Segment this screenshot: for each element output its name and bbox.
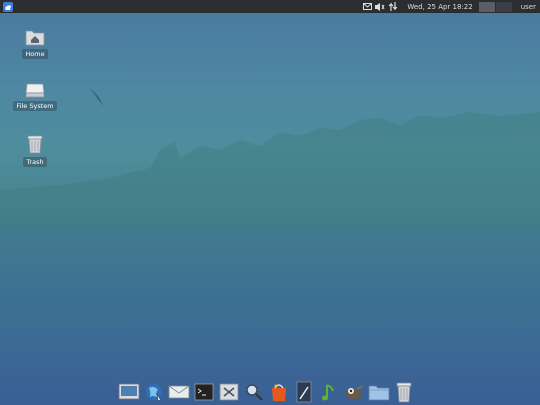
system-tray: Wed, 25 Apr 18:22 user <box>362 0 540 13</box>
drive-icon <box>25 83 45 98</box>
desktop-icon-file-system[interactable]: File System <box>13 82 57 111</box>
trash-icon <box>27 135 43 154</box>
app-menu-icon[interactable] <box>2 1 14 13</box>
text-editor-icon[interactable] <box>293 381 315 403</box>
workspace-2[interactable] <box>495 1 512 12</box>
image-editor-icon[interactable] <box>343 381 365 403</box>
workspace-1[interactable] <box>478 1 495 12</box>
desktop-icon-label: Trash <box>23 157 47 167</box>
web-browser-icon[interactable] <box>143 381 165 403</box>
software-store-icon[interactable] <box>268 381 290 403</box>
clock[interactable]: Wed, 25 Apr 18:22 <box>407 3 472 11</box>
file-manager-icon[interactable] <box>368 381 390 403</box>
network-icon[interactable] <box>388 2 398 12</box>
dock <box>118 381 415 403</box>
desktop-icon-home[interactable]: Home <box>13 28 57 59</box>
home-folder-icon <box>25 30 45 46</box>
mail-client-icon[interactable] <box>168 381 190 403</box>
top-panel: Wed, 25 Apr 18:22 user <box>0 0 540 13</box>
show-desktop-icon[interactable] <box>118 381 140 403</box>
terminal-icon[interactable] <box>193 381 215 403</box>
wallpaper <box>0 88 540 330</box>
user-menu[interactable]: user <box>521 3 536 11</box>
trash-dock-icon[interactable] <box>393 381 415 403</box>
music-player-icon[interactable] <box>318 381 340 403</box>
mail-icon[interactable] <box>362 2 372 12</box>
search-icon[interactable] <box>243 381 265 403</box>
volume-icon[interactable] <box>375 2 385 12</box>
desktop-icon-trash[interactable]: Trash <box>13 134 57 167</box>
settings-icon[interactable] <box>218 381 240 403</box>
desktop-icon-label: Home <box>22 49 48 59</box>
desktop-icon-label: File System <box>13 101 57 111</box>
